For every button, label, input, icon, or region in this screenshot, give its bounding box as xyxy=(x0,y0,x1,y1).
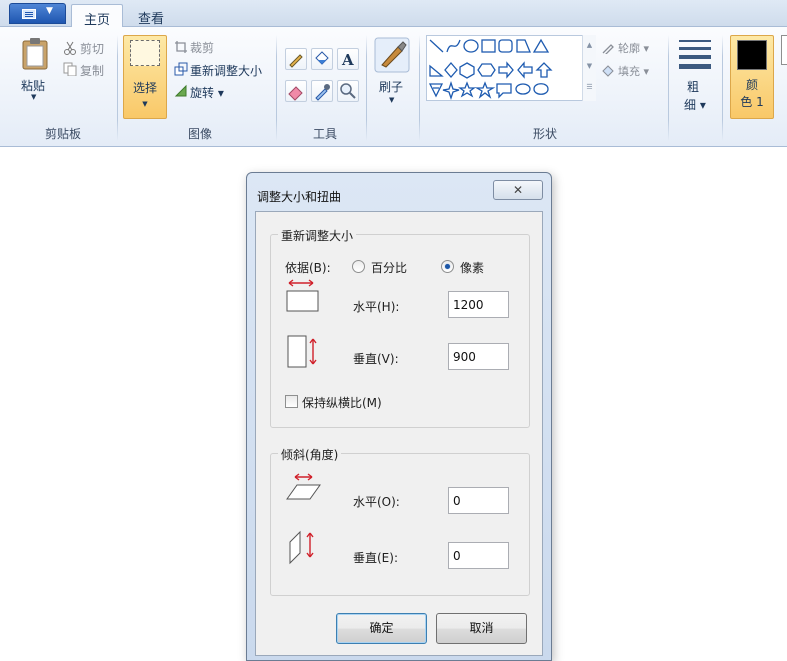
resize-vertical-label: 垂直(V): xyxy=(353,352,399,366)
group-separator xyxy=(117,35,118,141)
tab-view[interactable]: 查看 xyxy=(126,4,176,28)
outline-button[interactable]: 轮廓 ▾ xyxy=(618,40,649,56)
color1-label: 颜色 1 xyxy=(731,77,773,111)
group-separator xyxy=(668,35,669,141)
paste-dropdown-icon[interactable]: ▼ xyxy=(31,93,36,101)
resize-button[interactable]: 重新调整大小 xyxy=(190,62,262,79)
by-label: 依据(B): xyxy=(285,261,331,275)
paint-menu-button[interactable]: ▼ xyxy=(9,3,66,24)
brushes-button[interactable]: 刷子 xyxy=(379,78,403,95)
pencil-icon xyxy=(289,54,303,68)
group-separator xyxy=(276,35,277,141)
copy-button[interactable]: 复制 xyxy=(80,62,104,79)
skew-horizontal-input[interactable] xyxy=(448,487,509,514)
cancel-button[interactable]: 取消 xyxy=(436,613,527,644)
crop-icon xyxy=(175,41,187,53)
group-separator xyxy=(366,35,367,141)
scissors-icon xyxy=(64,41,76,55)
ok-button[interactable]: 确定 xyxy=(336,613,427,644)
pencil-tool[interactable] xyxy=(285,48,307,70)
rotate-button[interactable]: 旋转 ▾ xyxy=(190,84,224,101)
keep-ratio-label[interactable]: 保持纵横比(M) xyxy=(302,394,382,411)
shapes-gallery-scrollbar[interactable]: ▲ ▼ ☰ xyxy=(582,35,596,101)
group-label-image: 图像 xyxy=(187,127,212,141)
shapes-gallery[interactable] xyxy=(426,35,596,101)
resize-icon xyxy=(174,62,188,76)
pixels-radio[interactable] xyxy=(441,260,454,273)
selection-icon xyxy=(130,40,160,66)
size-label-1[interactable]: 粗 xyxy=(687,78,699,95)
percent-radio[interactable] xyxy=(352,260,365,273)
skew-vertical-label: 垂直(E): xyxy=(353,551,398,565)
magnifier-icon xyxy=(340,83,356,99)
select-button[interactable]: 选择 ▼ xyxy=(123,35,167,119)
dialog-title: 调整大小和扭曲 xyxy=(257,190,342,204)
resize-horizontal-label: 水平(H): xyxy=(353,300,400,314)
color-picker-tool[interactable] xyxy=(311,80,333,102)
rotate-icon xyxy=(174,84,187,97)
skew-horizontal-icon xyxy=(286,473,321,500)
skew-vertical-input[interactable] xyxy=(448,542,509,569)
color2-button-partial[interactable] xyxy=(781,35,787,65)
fill-button[interactable]: 填充 ▾ xyxy=(618,63,649,79)
shapes-gallery-icons xyxy=(428,38,553,101)
resize-group-legend: 重新调整大小 xyxy=(278,227,357,244)
resize-vertical-icon xyxy=(287,335,317,368)
pixels-radio-label[interactable]: 像素 xyxy=(460,259,484,276)
resize-vertical-input[interactable] xyxy=(448,343,509,370)
group-separator xyxy=(722,35,723,141)
color1-label-line1: 颜 xyxy=(745,78,758,92)
close-icon: ✕ xyxy=(512,183,524,197)
size-label-2[interactable]: 细 ▾ xyxy=(684,96,706,113)
eyedropper-icon xyxy=(315,84,330,101)
keep-ratio-checkbox[interactable] xyxy=(285,395,298,408)
percent-radio-label[interactable]: 百分比 xyxy=(371,259,407,276)
color1-label-line2: 色 1 xyxy=(740,95,764,109)
fill-tool[interactable] xyxy=(311,48,333,70)
dialog-body: 重新调整大小 依据(B): 百分比 像素 水平(H): 垂直(V): 保持纵横比… xyxy=(255,211,543,656)
group-label-tools: 工具 xyxy=(312,127,337,141)
eraser-icon xyxy=(288,86,303,101)
resize-skew-dialog: 调整大小和扭曲 ✕ 重新调整大小 依据(B): 百分比 像素 水平(H): 垂直… xyxy=(246,172,552,661)
paste-icon[interactable] xyxy=(20,37,50,71)
chevron-down-icon[interactable]: ▼ xyxy=(583,56,596,77)
group-label-shapes: 形状 xyxy=(532,127,557,141)
group-separator xyxy=(419,35,420,141)
chevron-up-icon[interactable]: ▲ xyxy=(583,35,596,56)
chevron-down-icon: ▼ xyxy=(46,6,53,16)
ribbon: 粘贴 ▼ 剪切 复制 剪贴板 选择 ▼ 裁剪 重新调整大小 旋转 ▾ 图像 A xyxy=(0,27,787,147)
chevron-down-icon[interactable]: ▼ xyxy=(389,96,394,104)
crop-button[interactable]: 裁剪 xyxy=(190,39,214,56)
color1-button[interactable]: 颜色 1 xyxy=(730,35,774,119)
paste-button[interactable]: 粘贴 xyxy=(21,77,45,94)
color1-swatch xyxy=(737,40,767,70)
fill-icon xyxy=(602,65,614,77)
skew-group-legend: 倾斜(角度) xyxy=(278,446,342,463)
eraser-tool[interactable] xyxy=(285,80,307,102)
skew-vertical-icon xyxy=(289,530,314,565)
gallery-more-icon[interactable]: ☰ xyxy=(583,77,596,98)
text-icon: A xyxy=(341,51,354,69)
cut-button[interactable]: 剪切 xyxy=(80,40,104,57)
outline-icon xyxy=(602,44,614,54)
skew-horizontal-label: 水平(O): xyxy=(353,495,400,509)
brush-icon[interactable] xyxy=(374,37,410,73)
resize-horizontal-icon xyxy=(286,279,319,312)
magnifier-tool[interactable] xyxy=(337,80,359,102)
fill-bucket-icon xyxy=(315,51,329,65)
svg-text:A: A xyxy=(341,51,354,69)
copy-icon xyxy=(63,62,77,76)
resize-horizontal-input[interactable] xyxy=(448,291,509,318)
group-label-clipboard: 剪贴板 xyxy=(44,127,81,141)
text-tool[interactable]: A xyxy=(337,48,359,70)
select-label: 选择 xyxy=(132,81,157,95)
chevron-down-icon: ▼ xyxy=(142,100,148,108)
line-size-icon[interactable] xyxy=(677,37,713,71)
tab-home[interactable]: 主页 xyxy=(71,4,124,28)
close-button[interactable]: ✕ xyxy=(493,180,543,200)
ribbon-tab-bar: ▼ 主页 查看 xyxy=(0,0,787,28)
menu-icon xyxy=(22,9,36,19)
